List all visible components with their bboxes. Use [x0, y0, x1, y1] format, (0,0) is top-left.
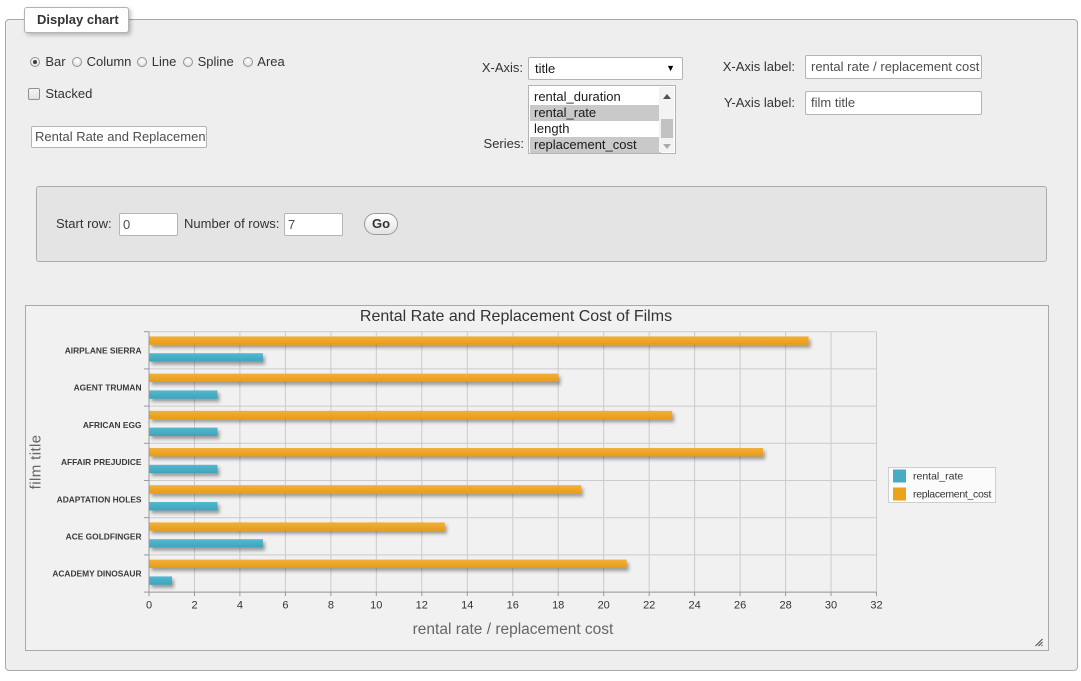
svg-text:14: 14: [461, 600, 473, 612]
svg-text:replacement_cost: replacement_cost: [913, 489, 991, 501]
svg-text:18: 18: [552, 600, 564, 612]
svg-text:ACE GOLDFINGER: ACE GOLDFINGER: [66, 532, 142, 542]
svg-text:24: 24: [688, 600, 700, 612]
svg-text:AFFAIR PREJUDICE: AFFAIR PREJUDICE: [61, 457, 142, 467]
svg-text:8: 8: [328, 600, 334, 612]
svg-text:ACADEMY DINOSAUR: ACADEMY DINOSAUR: [52, 569, 141, 579]
svg-text:0: 0: [146, 600, 152, 612]
svg-text:16: 16: [507, 600, 519, 612]
svg-text:Rental Rate and Replacement Co: Rental Rate and Replacement Cost of Film…: [360, 308, 672, 325]
svg-text:30: 30: [825, 600, 837, 612]
svg-text:6: 6: [282, 600, 288, 612]
svg-text:rental_rate: rental_rate: [913, 471, 963, 483]
svg-text:AGENT TRUMAN: AGENT TRUMAN: [74, 383, 142, 393]
svg-text:4: 4: [237, 600, 243, 612]
svg-text:AIRPLANE SIERRA: AIRPLANE SIERRA: [65, 346, 142, 356]
svg-text:AFRICAN EGG: AFRICAN EGG: [83, 420, 142, 430]
svg-text:10: 10: [370, 600, 382, 612]
svg-text:12: 12: [416, 600, 428, 612]
svg-text:26: 26: [734, 600, 746, 612]
svg-text:20: 20: [598, 600, 610, 612]
svg-text:film title: film title: [28, 434, 45, 489]
svg-text:28: 28: [779, 600, 791, 612]
svg-text:2: 2: [191, 600, 197, 612]
svg-text:rental rate / replacement cost: rental rate / replacement cost: [413, 621, 614, 638]
svg-text:ADAPTATION HOLES: ADAPTATION HOLES: [57, 494, 142, 504]
svg-text:32: 32: [870, 600, 882, 612]
svg-text:22: 22: [643, 600, 655, 612]
